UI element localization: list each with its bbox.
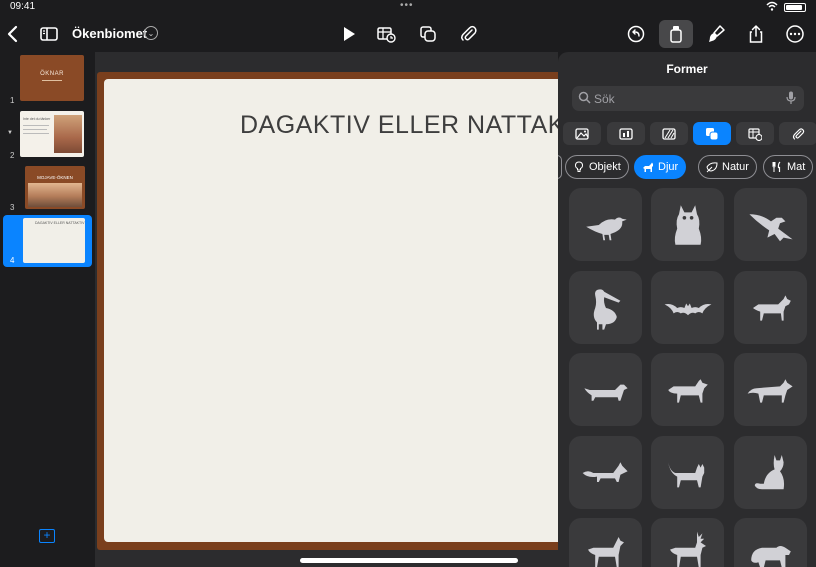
status-time: 09:41 — [10, 1, 36, 12]
slide-canvas: DAGAKTIV ELLER NATTAKTIV — [95, 52, 605, 567]
thumbnail-preview: ÖKNAR — [20, 55, 84, 101]
thumbnail-preview: Inte det du tänker — [20, 111, 84, 157]
sitting-cat-icon — [754, 454, 784, 489]
tab-chart-icon[interactable] — [607, 122, 645, 145]
bear-icon — [750, 545, 791, 567]
slide-title[interactable]: DAGAKTIV ELLER NATTAKTIV — [240, 111, 605, 140]
back-icon[interactable] — [0, 21, 26, 47]
shape-tile-dachshund[interactable] — [569, 353, 642, 426]
chevron-down-icon[interactable]: ⌄ — [144, 26, 158, 40]
tab-image-icon[interactable] — [563, 122, 601, 145]
bird-icon — [585, 217, 627, 240]
slide-navigator: 1 ÖKNAR ▼ 2 Inte det du tänker 3 MOJAVE-… — [0, 52, 95, 567]
thumbnail-preview: DAGAKTIV ELLER NATTAKTIV — [23, 218, 85, 263]
add-slide-button[interactable]: + — [39, 529, 55, 543]
thumbnail-preview: MOJAVE-ÖKNEN — [25, 166, 85, 209]
shape-tile-bird[interactable] — [569, 188, 642, 261]
tab-attachment-icon[interactable] — [779, 122, 816, 145]
category-chip-previous[interactable] — [558, 155, 562, 179]
stag-icon — [669, 531, 706, 567]
paintbrush-icon[interactable] — [703, 21, 729, 47]
category-chip-objekt[interactable]: Objekt — [565, 155, 629, 179]
more-icon[interactable] — [782, 21, 808, 47]
sidebar-toggle-icon[interactable] — [36, 21, 62, 47]
shape-tile-coyote[interactable] — [734, 353, 807, 426]
shape-tile-cat[interactable] — [651, 436, 724, 509]
share-icon[interactable] — [743, 21, 769, 47]
status-bar: 09:41 ••• — [0, 0, 816, 14]
coyote-icon — [747, 378, 793, 403]
wolf-icon — [667, 378, 708, 403]
paperclip-icon[interactable] — [455, 21, 481, 47]
microphone-icon[interactable] — [786, 91, 796, 105]
search-bar[interactable] — [572, 86, 804, 111]
dog-icon — [752, 294, 791, 321]
slide-number: 2 — [10, 151, 15, 160]
shape-tile-bear[interactable] — [734, 518, 807, 567]
fork-knife-icon — [772, 161, 781, 172]
bulb-icon — [574, 161, 584, 172]
table-icon[interactable] — [373, 21, 399, 47]
thumbnail-caption: MOJAVE-ÖKNEN — [37, 175, 73, 180]
document-title[interactable]: Ökenbiomet — [72, 26, 147, 41]
category-chip-djur[interactable]: Djur — [634, 155, 687, 179]
fox-icon — [582, 461, 628, 482]
panel-title: Former — [666, 62, 708, 76]
shape-tile-pelican[interactable] — [569, 271, 642, 344]
category-label: Objekt — [589, 161, 621, 173]
shape-tile-dog[interactable] — [734, 271, 807, 344]
wifi-icon — [766, 1, 778, 14]
tab-shapes-icon[interactable] — [693, 122, 731, 145]
tab-table-icon[interactable] — [736, 122, 774, 145]
eagle-icon — [748, 213, 793, 241]
category-label: Djur — [658, 161, 679, 173]
dog-icon — [643, 162, 653, 172]
slide-number: 4 — [10, 256, 15, 265]
category-label: Mat — [787, 161, 806, 173]
shapes-panel: Former Objekt Djur Natur Mat — [558, 52, 816, 567]
battery-icon — [784, 3, 806, 12]
shape-tile-owl[interactable] — [651, 188, 724, 261]
slide[interactable]: DAGAKTIV ELLER NATTAKTIV — [104, 79, 605, 542]
category-label: Natur — [722, 161, 749, 173]
tab-texture-icon[interactable] — [650, 122, 688, 145]
deer-icon — [587, 536, 624, 567]
cat-icon — [667, 461, 704, 487]
search-input[interactable] — [594, 90, 774, 107]
collapse-triangle-icon[interactable]: ▼ — [7, 130, 13, 136]
shapes-icon[interactable] — [415, 21, 441, 47]
slide-number: 3 — [10, 203, 15, 212]
shape-tile-fox[interactable] — [569, 436, 642, 509]
multitasking-dots-icon[interactable]: ••• — [400, 0, 414, 11]
slide-number: 1 — [10, 96, 15, 105]
shape-tile-deer[interactable] — [569, 518, 642, 567]
category-chip-natur[interactable]: Natur — [698, 155, 757, 179]
home-indicator — [300, 558, 518, 563]
owl-icon — [674, 204, 701, 245]
slide-thumbnail-1[interactable]: 1 ÖKNAR — [0, 54, 95, 106]
leaf-icon — [706, 162, 718, 173]
play-icon[interactable] — [335, 21, 361, 47]
format-paintbrush-active-icon[interactable] — [659, 20, 693, 48]
search-icon — [578, 91, 591, 104]
shape-tile-sitting-cat[interactable] — [734, 436, 807, 509]
category-chip-mat[interactable]: Mat — [763, 155, 814, 179]
thumbnail-caption: ÖKNAR — [40, 71, 64, 77]
toolbar: Ökenbiomet ⌄ — [0, 14, 816, 52]
slide-thumbnail-2[interactable]: ▼ 2 Inte det du tänker — [0, 110, 95, 162]
undo-icon[interactable] — [623, 21, 649, 47]
thumbnail-caption: DAGAKTIV ELLER NATTAKTIV — [35, 221, 85, 225]
bat-icon — [664, 303, 711, 315]
pelican-icon — [593, 288, 620, 330]
dachshund-icon — [583, 384, 628, 401]
slide-thumbnail-3[interactable]: 3 MOJAVE-ÖKNEN — [0, 165, 95, 213]
shape-tile-wolf[interactable] — [651, 353, 724, 426]
shape-tile-stag[interactable] — [651, 518, 724, 567]
shape-tile-eagle[interactable] — [734, 188, 807, 261]
slide-thumbnail-4[interactable]: 4 DAGAKTIV ELLER NATTAKTIV — [3, 215, 92, 267]
shape-tile-bat[interactable] — [651, 271, 724, 344]
thumbnail-caption: Inte det du tänker — [23, 117, 51, 121]
slide-frame: DAGAKTIV ELLER NATTAKTIV — [97, 72, 605, 550]
